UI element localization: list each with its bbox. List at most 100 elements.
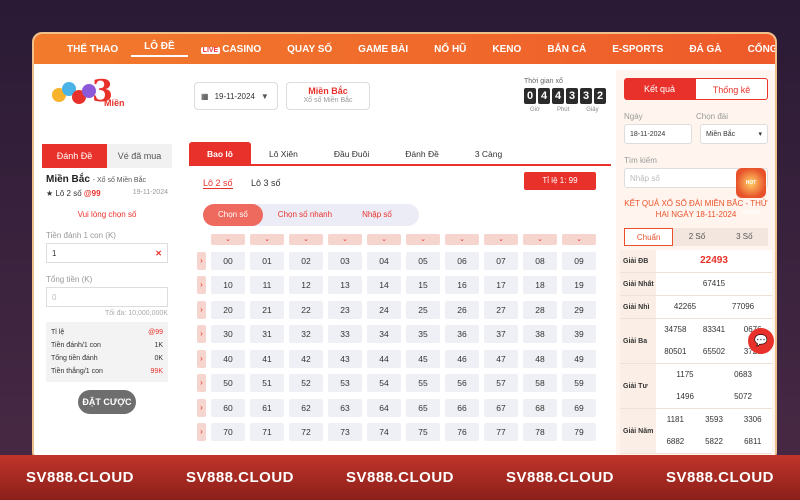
number-cell[interactable]: 11: [250, 276, 284, 295]
number-cell[interactable]: 68: [523, 398, 557, 417]
number-cell[interactable]: 65: [406, 398, 440, 417]
number-cell[interactable]: 63: [328, 398, 362, 417]
tab-bao-lo[interactable]: Bao lô: [189, 142, 251, 164]
number-cell[interactable]: 41: [250, 349, 284, 368]
amount-input[interactable]: 1 ✕: [46, 243, 168, 263]
number-cell[interactable]: 76: [445, 423, 479, 442]
number-cell[interactable]: 15: [406, 276, 440, 295]
nav-game-bai[interactable]: GAME BÀI: [345, 44, 421, 55]
nav-quay-so[interactable]: QUAY SỐ: [274, 44, 345, 55]
number-cell[interactable]: 62: [289, 398, 323, 417]
number-cell[interactable]: 58: [523, 374, 557, 393]
number-cell[interactable]: 01: [250, 251, 284, 270]
nav-ban-ca[interactable]: BẮN CÁ: [534, 44, 599, 55]
number-cell[interactable]: 00: [211, 251, 245, 270]
row-select-button[interactable]: ›: [197, 374, 206, 393]
date-picker[interactable]: ▦ 19-11-2024 ▼: [194, 82, 278, 110]
column-select-button[interactable]: ⌄: [445, 234, 479, 245]
number-cell[interactable]: 32: [289, 325, 323, 344]
number-cell[interactable]: 38: [523, 325, 557, 344]
subtab-lo-3-so[interactable]: Lô 3 số: [251, 178, 281, 188]
column-select-button[interactable]: ⌄: [484, 234, 518, 245]
number-cell[interactable]: 71: [250, 423, 284, 442]
region-select[interactable]: Miền Bắc Xổ số Miền Bắc: [286, 82, 370, 110]
number-cell[interactable]: 45: [406, 349, 440, 368]
row-select-button[interactable]: ›: [197, 251, 206, 270]
number-cell[interactable]: 64: [367, 398, 401, 417]
number-cell[interactable]: 40: [211, 349, 245, 368]
number-cell[interactable]: 12: [289, 276, 323, 295]
number-cell[interactable]: 23: [328, 300, 362, 319]
number-cell[interactable]: 27: [484, 300, 518, 319]
number-cell[interactable]: 50: [211, 374, 245, 393]
nav-da-ga[interactable]: ĐÁ GÀ: [676, 44, 734, 55]
nav-the-thao[interactable]: THỂ THAO: [54, 44, 131, 55]
number-cell[interactable]: 19: [562, 276, 596, 295]
nav-casino[interactable]: LIVE CASINO: [188, 44, 274, 55]
number-cell[interactable]: 09: [562, 251, 596, 270]
pill-chon-so[interactable]: Chọn số: [203, 204, 263, 226]
number-cell[interactable]: 72: [289, 423, 323, 442]
number-cell[interactable]: 30: [211, 325, 245, 344]
result-region-select[interactable]: Miền Bắc ▾: [700, 124, 768, 144]
number-cell[interactable]: 22: [289, 300, 323, 319]
number-cell[interactable]: 46: [445, 349, 479, 368]
tab-dau-duoi[interactable]: Đầu Đuôi: [316, 142, 387, 164]
hot-games-icon[interactable]: HOT GAMES: [736, 168, 766, 216]
number-cell[interactable]: 34: [367, 325, 401, 344]
number-cell[interactable]: 17: [484, 276, 518, 295]
tab-lo-xien[interactable]: Lô Xiên: [251, 142, 316, 164]
number-cell[interactable]: 73: [328, 423, 362, 442]
mode-chuan[interactable]: Chuẩn: [624, 228, 674, 246]
result-date-picker[interactable]: 18-11-2024: [624, 124, 692, 144]
column-select-button[interactable]: ⌄: [523, 234, 557, 245]
mode-3-so[interactable]: 3 Số: [721, 228, 768, 246]
number-cell[interactable]: 24: [367, 300, 401, 319]
number-cell[interactable]: 53: [328, 374, 362, 393]
number-cell[interactable]: 48: [523, 349, 557, 368]
nav-cong-games[interactable]: CỔNG GAMES: [735, 44, 775, 55]
number-cell[interactable]: 06: [445, 251, 479, 270]
number-cell[interactable]: 49: [562, 349, 596, 368]
number-cell[interactable]: 28: [523, 300, 557, 319]
number-cell[interactable]: 18: [523, 276, 557, 295]
mode-2-so[interactable]: 2 Số: [673, 228, 720, 246]
number-cell[interactable]: 02: [289, 251, 323, 270]
number-cell[interactable]: 44: [367, 349, 401, 368]
tab-3-cang[interactable]: 3 Càng: [457, 142, 520, 164]
number-cell[interactable]: 74: [367, 423, 401, 442]
nav-no-hu[interactable]: NỔ HŨ: [421, 44, 479, 55]
tab-thong-ke[interactable]: Thống kê: [695, 78, 768, 100]
number-cell[interactable]: 36: [445, 325, 479, 344]
column-select-button[interactable]: ⌄: [328, 234, 362, 245]
number-cell[interactable]: 57: [484, 374, 518, 393]
column-select-button[interactable]: ⌄: [367, 234, 401, 245]
row-select-button[interactable]: ›: [197, 300, 206, 319]
column-select-button[interactable]: ⌄: [289, 234, 323, 245]
column-select-button[interactable]: ⌄: [406, 234, 440, 245]
number-cell[interactable]: 10: [211, 276, 245, 295]
row-select-button[interactable]: ›: [197, 276, 206, 295]
number-cell[interactable]: 35: [406, 325, 440, 344]
place-bet-button[interactable]: ĐẶT CƯỢC: [78, 390, 136, 414]
number-cell[interactable]: 05: [406, 251, 440, 270]
number-cell[interactable]: 77: [484, 423, 518, 442]
number-cell[interactable]: 54: [367, 374, 401, 393]
number-cell[interactable]: 20: [211, 300, 245, 319]
number-cell[interactable]: 67: [484, 398, 518, 417]
number-cell[interactable]: 56: [445, 374, 479, 393]
number-cell[interactable]: 79: [562, 423, 596, 442]
number-cell[interactable]: 47: [484, 349, 518, 368]
number-cell[interactable]: 51: [250, 374, 284, 393]
number-cell[interactable]: 04: [367, 251, 401, 270]
number-cell[interactable]: 37: [484, 325, 518, 344]
number-cell[interactable]: 07: [484, 251, 518, 270]
number-cell[interactable]: 16: [445, 276, 479, 295]
number-cell[interactable]: 70: [211, 423, 245, 442]
number-cell[interactable]: 13: [328, 276, 362, 295]
number-cell[interactable]: 52: [289, 374, 323, 393]
number-cell[interactable]: 08: [523, 251, 557, 270]
number-cell[interactable]: 60: [211, 398, 245, 417]
pill-chon-nhanh[interactable]: Chọn số nhanh: [263, 204, 347, 226]
tab-danh-de-game[interactable]: Đánh Đề: [387, 142, 457, 164]
